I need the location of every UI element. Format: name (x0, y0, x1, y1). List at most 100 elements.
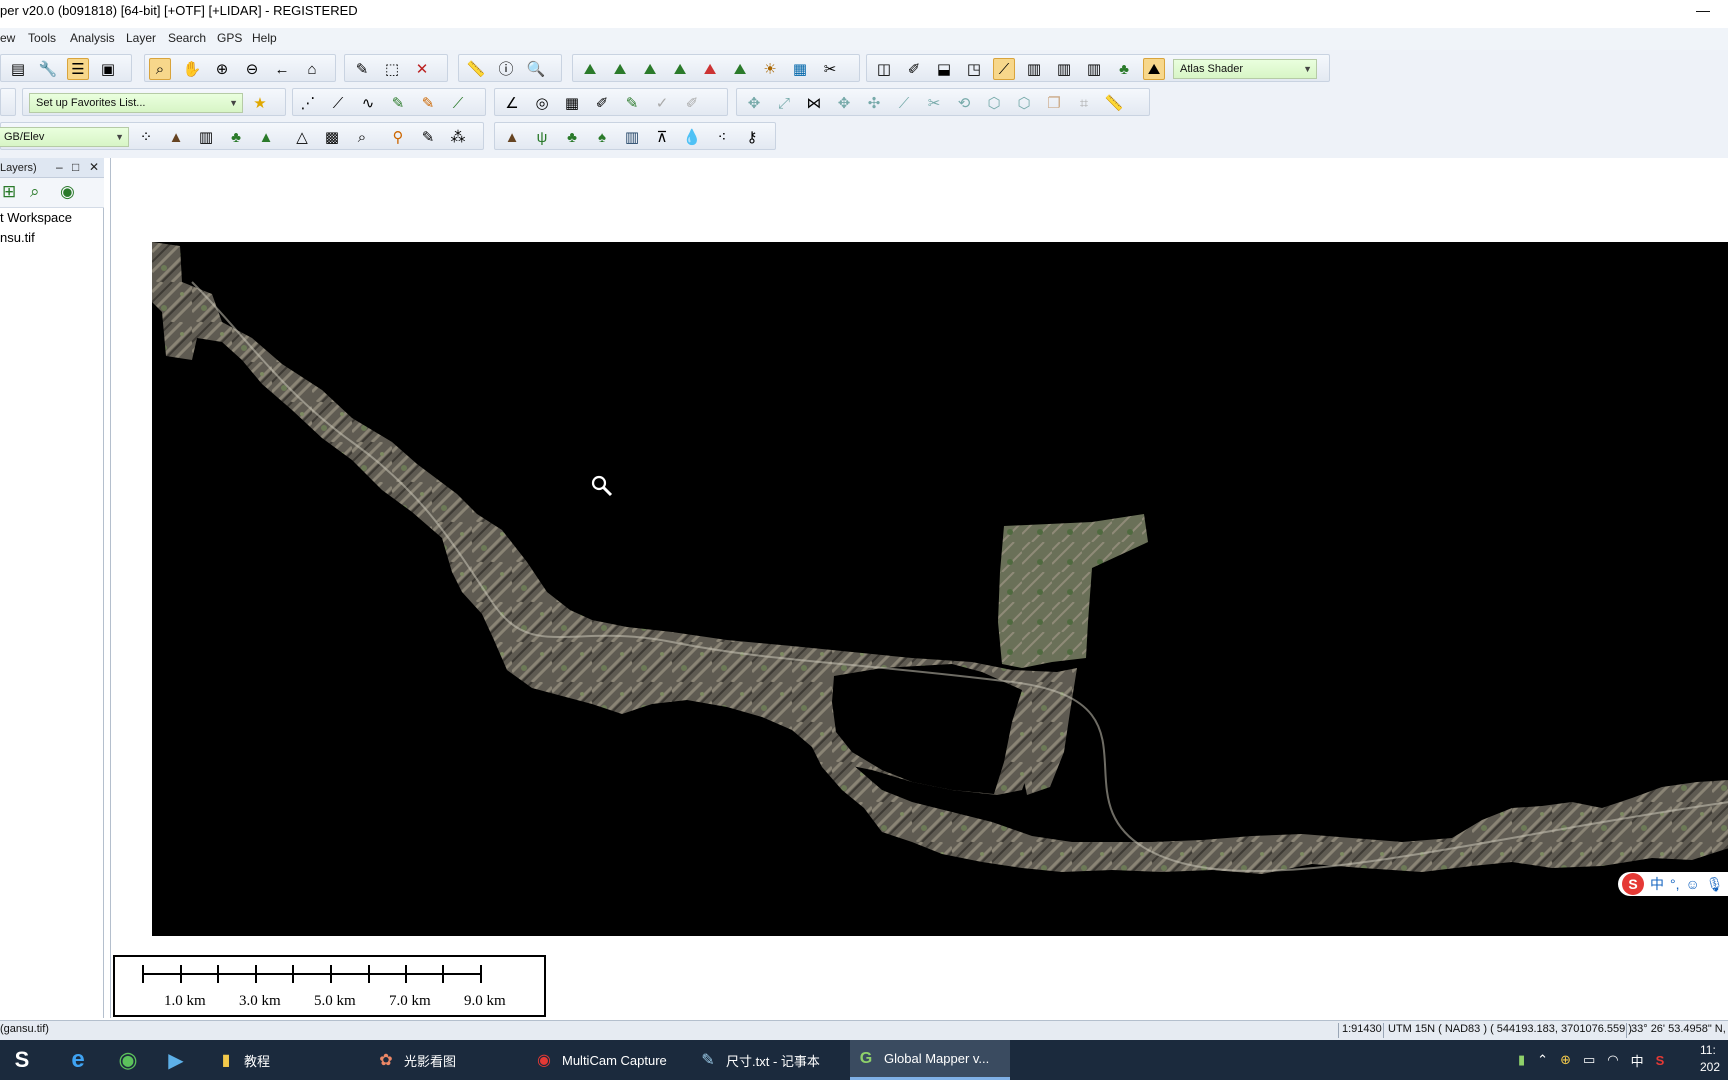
chevron-up-icon[interactable]: ⌃ (1537, 1052, 1548, 1068)
menu-analysis[interactable]: Analysis (70, 31, 115, 45)
battery-charging-icon[interactable]: ▮ (1518, 1052, 1525, 1068)
tree-icon[interactable]: ♠ (591, 126, 613, 148)
shrub-icon[interactable]: ♣ (561, 126, 583, 148)
sun-shade-icon[interactable]: ☀ (759, 58, 781, 80)
ime-language[interactable]: 中 (1650, 874, 1664, 894)
key-icon[interactable]: ⚷ (741, 126, 763, 148)
split-view-icon[interactable]: ◫ (873, 58, 895, 80)
ime-indicator[interactable]: 中 (1631, 1051, 1644, 1070)
line-curve-icon[interactable]: ∿ (357, 92, 379, 114)
mountain-shader-icon[interactable]: ⛰ (1143, 58, 1165, 80)
overlay-control-icon[interactable]: ▤ (7, 58, 29, 80)
menu-search[interactable]: Search (168, 31, 206, 45)
menu-tools[interactable]: Tools (28, 31, 56, 45)
favorites-select[interactable]: Set up Favorites List... ▼ (29, 93, 243, 113)
layers-icon[interactable]: ☰ (67, 58, 89, 80)
back-arrow-icon[interactable]: ← (271, 58, 293, 80)
ruler-icon[interactable]: 📏 (465, 58, 487, 80)
menu-view[interactable]: ew (0, 31, 15, 45)
frame-icon[interactable]: ⬓ (933, 58, 955, 80)
angle-icon[interactable]: ∠ (501, 92, 523, 114)
terrain-icon[interactable]: ⛰ (579, 58, 601, 80)
line-dotted-icon[interactable]: ⋰ (297, 92, 319, 114)
mountain-icon[interactable]: ▲ (501, 126, 523, 148)
3d-view-icon[interactable]: ◳ (963, 58, 985, 80)
menu-layer[interactable]: Layer (126, 31, 156, 45)
select-area-icon[interactable]: ⬚ (381, 58, 403, 80)
lidar-filter-icon[interactable]: ▥ (1053, 58, 1075, 80)
view-shed-icon[interactable]: ⛰ (639, 58, 661, 80)
menu-help[interactable]: Help (252, 31, 277, 45)
rgb-elev-select[interactable]: GB/Elev ▼ (0, 127, 129, 147)
lidar-classify-icon[interactable]: ▥ (1083, 58, 1105, 80)
ground-icon[interactable]: ▲ (165, 126, 187, 148)
tray-app-icon[interactable]: ⊕ (1560, 1052, 1571, 1068)
battery-icon[interactable]: ▭ (1583, 1052, 1595, 1068)
line-pen-icon[interactable]: ✎ (417, 92, 439, 114)
zoom-box-icon[interactable]: ⌕ (149, 58, 171, 80)
split-icon[interactable]: ✣ (863, 92, 885, 114)
grass-icon[interactable]: ψ (531, 126, 553, 148)
line-node-icon[interactable]: ⟋ (447, 92, 469, 114)
filter-icon[interactable]: ⚲ (387, 126, 409, 148)
close-icon[interactable]: ✕ (89, 157, 99, 177)
tree-class-icon[interactable]: ▲ (255, 126, 277, 148)
emoji-icon[interactable]: ☺ (1686, 876, 1700, 892)
taskbar-browser[interactable]: ◉ (112, 1040, 152, 1080)
dig-icon[interactable]: ✐ (903, 58, 925, 80)
delete-x-icon[interactable]: ✕ (411, 58, 433, 80)
taskbar-task-global-mapper[interactable]: G Global Mapper v... (850, 1040, 1010, 1080)
star-icon[interactable]: ★ (249, 92, 271, 114)
taskbar-task-multicam[interactable]: ◉ MultiCam Capture (528, 1040, 688, 1080)
powerline-icon[interactable]: ⊼ (651, 126, 673, 148)
taskbar-task-folder[interactable]: ▮ 教程 (210, 1040, 370, 1080)
triangle-icon[interactable]: △ (291, 126, 313, 148)
map-view[interactable]: 1.0 km 3.0 km 5.0 km 7.0 km 9.0 km (110, 158, 1728, 1018)
path-profile-icon[interactable]: ⛰ (699, 58, 721, 80)
minimize-button[interactable]: — (1688, 0, 1718, 22)
layer-item-gansu-tif[interactable]: nsu.tif (0, 230, 35, 245)
ime-toolbar[interactable]: S 中 °, ☺ 🎙 (1618, 872, 1728, 896)
trees-icon[interactable]: ♣ (1113, 58, 1135, 80)
pan-hand-icon[interactable]: ✋ (181, 58, 203, 80)
line-edit-icon[interactable]: ✎ (387, 92, 409, 114)
grid-icon[interactable]: ▦ (561, 92, 583, 114)
edit-disabled-icon[interactable]: ✐ (681, 92, 703, 114)
building-icon[interactable]: ▥ (621, 126, 643, 148)
pin-icon[interactable]: – (56, 157, 63, 177)
wrench-icon[interactable]: 🔧 (37, 58, 59, 80)
add-layer-icon[interactable]: ⊞ (2, 182, 16, 202)
line-draw-icon[interactable]: ⟋ (327, 92, 349, 114)
clock[interactable]: 11: 202 (1700, 1042, 1720, 1076)
nodes-icon[interactable]: ⋈ (803, 92, 825, 114)
ruler-measure-icon[interactable]: 📏 (1103, 92, 1125, 114)
taskbar-task-notepad[interactable]: ✎ 尺寸.txt - 记事本 (692, 1040, 852, 1080)
cluster-icon[interactable]: ⁂ (447, 126, 469, 148)
crop-icon[interactable]: ⌗ (1073, 92, 1095, 114)
point-cloud-icon[interactable]: ⁘ (135, 126, 157, 148)
taskbar-ie[interactable]: e (62, 1040, 102, 1080)
eye-icon[interactable]: ◉ (60, 182, 75, 202)
elevation-icon[interactable]: ⛰ (669, 58, 691, 80)
zoom-in-icon[interactable]: ⊕ (211, 58, 233, 80)
ime-punctuation[interactable]: °, (1670, 876, 1680, 892)
scale-icon[interactable]: ⤢ (773, 92, 795, 114)
move-vertex-icon[interactable]: ✥ (833, 92, 855, 114)
vegetation-class-icon[interactable]: ♣ (225, 126, 247, 148)
volume-icon[interactable]: ⛰ (729, 58, 751, 80)
terrain-contour-icon[interactable]: ⛰ (609, 58, 631, 80)
check-icon[interactable]: ✓ (651, 92, 673, 114)
scatter-icon[interactable]: ⁖ (711, 126, 733, 148)
home-icon[interactable]: ⌂ (301, 58, 323, 80)
start-button[interactable]: S (6, 1040, 46, 1080)
merge-icon[interactable]: ❐ (1043, 92, 1065, 114)
layer-item-workspace[interactable]: t Workspace (0, 210, 72, 225)
zoom-out-icon[interactable]: ⊖ (241, 58, 263, 80)
taskbar-media-player[interactable]: ▶ (160, 1040, 200, 1080)
rotate-icon[interactable]: ⟲ (953, 92, 975, 114)
point-edit-icon[interactable]: ✐ (591, 92, 613, 114)
pencil-icon[interactable]: ✎ (351, 58, 373, 80)
cut-line-icon[interactable]: ✂ (923, 92, 945, 114)
search-points-icon[interactable]: ⌕ (351, 126, 373, 148)
zoom-layer-icon[interactable]: ⌕ (30, 182, 40, 202)
